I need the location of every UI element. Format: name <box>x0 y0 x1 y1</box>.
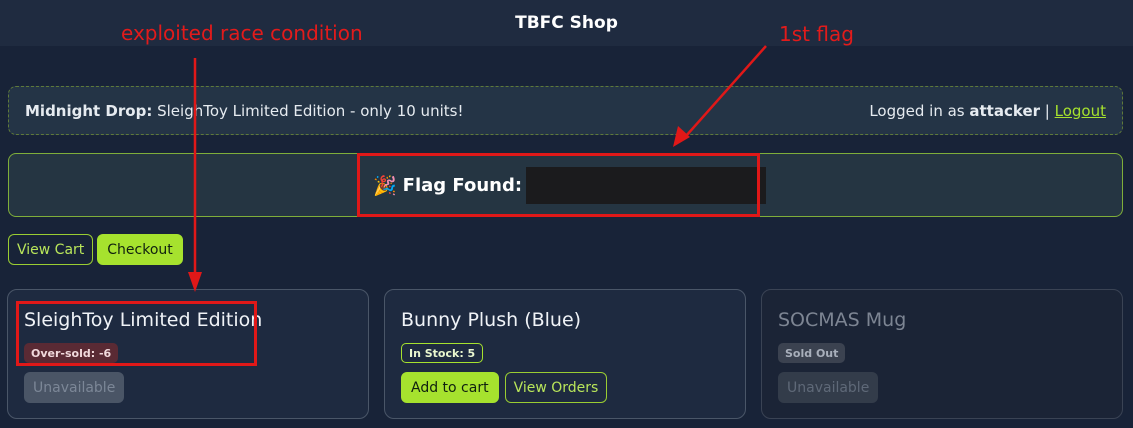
view-cart-button[interactable]: View Cart <box>8 234 94 265</box>
sold-out-badge: Sold Out <box>778 343 846 363</box>
user-status: Logged in as attacker | Logout <box>869 102 1106 120</box>
party-popper-icon: 🎉 <box>373 175 397 197</box>
unavailable-button[interactable]: Unavailable <box>778 372 879 403</box>
product-actions: Add to cart View Orders <box>401 372 608 403</box>
redacted-flag-value <box>526 167 767 204</box>
product-name: SOCMAS Mug <box>778 309 907 331</box>
product-actions: Unavailable <box>778 372 879 403</box>
product-actions: Unavailable <box>24 372 125 403</box>
view-orders-button[interactable]: View Orders <box>504 372 608 403</box>
race-condition-annotation: exploited race condition <box>121 21 363 45</box>
first-flag-annotation: 1st flag <box>779 22 854 46</box>
flag-label: Flag Found: <box>402 175 523 196</box>
announcement-message: Midnight Drop: SleighToy Limited Edition… <box>25 102 463 120</box>
announcement-bar: Midnight Drop: SleighToy Limited Edition… <box>8 86 1123 135</box>
cart-toolbar: View Cart Checkout <box>8 234 183 265</box>
checkout-button[interactable]: Checkout <box>97 234 183 265</box>
product-card-sleightoy: SleighToy Limited Edition Over-sold: -6 … <box>7 289 369 419</box>
in-stock-badge: In Stock: 5 <box>401 343 484 363</box>
unavailable-button[interactable]: Unavailable <box>24 372 125 403</box>
product-name: SleighToy Limited Edition <box>24 309 263 331</box>
announcement-text: SleighToy Limited Edition - only 10 unit… <box>157 101 464 120</box>
logout-link[interactable]: Logout <box>1055 102 1106 120</box>
product-name: Bunny Plush (Blue) <box>401 309 582 331</box>
flag-banner: 🎉 Flag Found: <box>8 153 1123 217</box>
add-to-cart-button[interactable]: Add to cart <box>401 372 499 403</box>
separator: | <box>1044 101 1050 120</box>
flag-content: 🎉 Flag Found: <box>373 167 767 204</box>
oversold-badge: Over-sold: -6 <box>24 343 119 363</box>
username: attacker <box>969 101 1041 120</box>
product-card-bunny-plush: Bunny Plush (Blue) In Stock: 5 Add to ca… <box>384 289 746 419</box>
page-title: TBFC Shop <box>515 13 618 33</box>
logged-in-prefix: Logged in as <box>869 101 965 120</box>
product-card-socmas-mug: SOCMAS Mug Sold Out Unavailable <box>761 289 1123 419</box>
announcement-label: Midnight Drop: <box>25 101 153 120</box>
